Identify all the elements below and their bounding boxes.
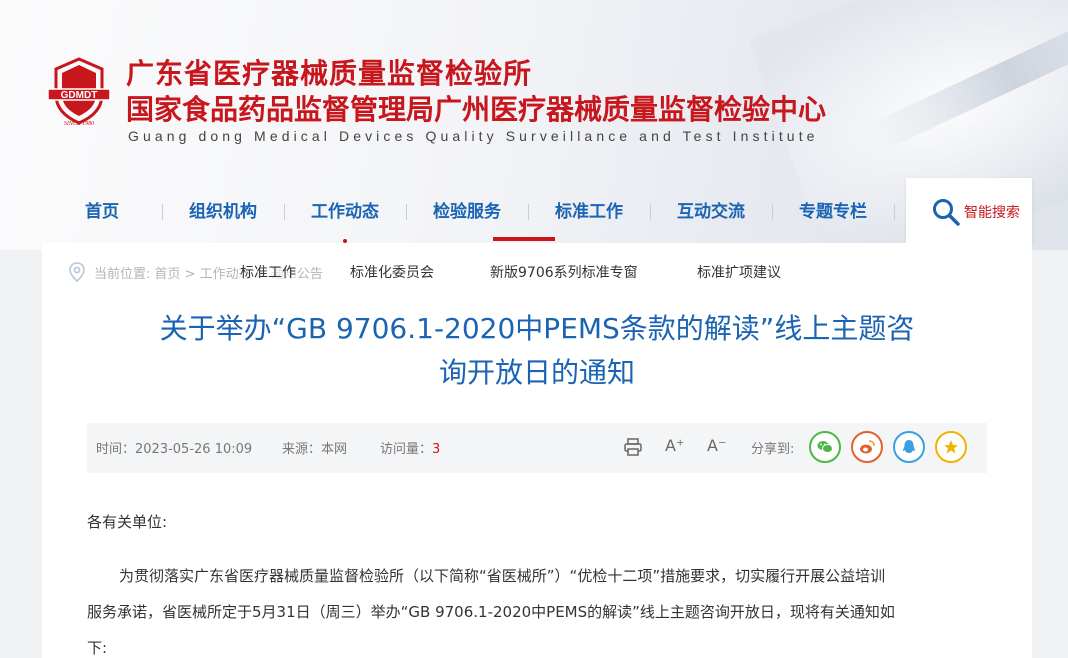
share-weibo-button[interactable] [851, 431, 883, 463]
smart-search-label: 智能搜索 [964, 205, 1020, 221]
nav-item-interaction[interactable]: 互动交流 [651, 192, 771, 232]
site-title-en: Guang dong Medical Devices Quality Surve… [128, 128, 819, 144]
greeting: 各有关单位: [87, 513, 168, 531]
paragraph-line: 下: [87, 639, 108, 657]
nav-item-home[interactable]: 首页 [42, 192, 162, 232]
qzone-star-icon [944, 440, 958, 454]
weibo-icon [860, 440, 875, 454]
share-wechat-button[interactable] [809, 431, 841, 463]
content-card: 当前位置: 首页 > 工作动态 > 通知公告 标准工作 标准化委员会 新版970… [42, 243, 1032, 658]
paragraph-line: 服务承诺，省医械所定于5月31日（周三）举办“GB 9706.1-2020中PE… [87, 603, 895, 621]
nav-item-standards[interactable]: 标准工作 [529, 192, 649, 232]
article-title-line-2: 询开放日的通知 [438, 356, 635, 389]
location-pin-icon [69, 262, 85, 282]
article-title: 关于举办“GB 9706.1-2020中PEMS条款的解读”线上主题咨 询开放日… [82, 307, 992, 395]
nav-item-organization[interactable]: 组织机构 [163, 192, 283, 232]
subnav-standard-expansion[interactable]: 标准扩项建议 [697, 262, 781, 282]
share-qzone-button[interactable] [935, 431, 967, 463]
article-meta-bar: 时间：2023-05-26 10:09 来源：本网 访问量：3 A⁺ A⁻ 分享… [87, 423, 987, 473]
nav-item-special-topics[interactable]: 专题专栏 [773, 192, 893, 232]
site-title-cn-2: 国家食品药品监督管理局广州医疗器械质量监督检验中心 [126, 93, 827, 126]
search-icon [933, 199, 960, 226]
article-title-line-1: 关于举办“GB 9706.1-2020中PEMS条款的解读”线上主题咨 [159, 312, 915, 345]
subnav-standardization-committee[interactable]: 标准化委员会 [350, 262, 434, 282]
site-title-cn-1: 广东省医疗器械质量监督检验所 [126, 57, 533, 90]
nav-item-inspection-service[interactable]: 检验服务 [407, 192, 527, 232]
svg-text:GDMDT: GDMDT [61, 90, 98, 101]
qq-icon [903, 440, 915, 453]
share-qq-button[interactable] [893, 431, 925, 463]
institute-logo[interactable]: GDMDT SINCE 1980 [46, 55, 112, 127]
smart-search-button[interactable]: 智能搜索 [906, 178, 1032, 244]
paragraph-line: 为贯彻落实广东省医疗器械质量监督检验所（以下简称“省医械所”）“优检十二项”措施… [119, 567, 886, 585]
share-label: 分享到: [751, 442, 795, 457]
print-icon[interactable] [623, 437, 643, 457]
wechat-icon [817, 441, 833, 453]
font-increase-button[interactable]: A⁺ [665, 436, 684, 455]
nav-divider [894, 204, 895, 220]
view-count: 访问量：3 [380, 442, 441, 457]
nav-active-underline [493, 237, 555, 241]
article-source: 来源：本网 [282, 442, 348, 457]
publish-time: 时间：2023-05-26 10:09 [96, 442, 253, 457]
nav-item-work-news[interactable]: 工作动态 [285, 192, 405, 232]
subnav-standards-work[interactable]: 标准工作 [240, 262, 296, 282]
svg-text:SINCE 1980: SINCE 1980 [64, 121, 94, 127]
subnav-9706-series-window[interactable]: 新版9706系列标准专窗 [490, 262, 638, 282]
font-decrease-button[interactable]: A⁻ [707, 436, 726, 455]
